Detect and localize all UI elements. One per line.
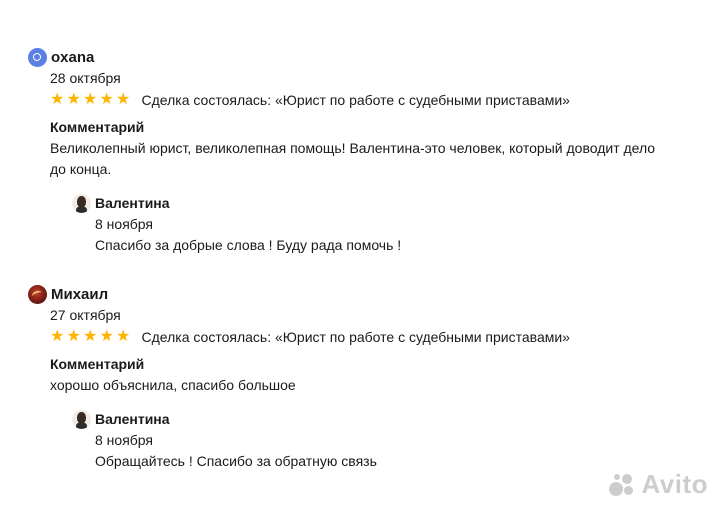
review-author-row: oxana bbox=[28, 47, 708, 67]
comment-text: Великолепный юрист, великолепная помощь!… bbox=[50, 140, 656, 177]
seller-reply: Валентина 8 ноября Спасибо за добрые сло… bbox=[72, 193, 632, 255]
review-deal-row: ★ ★ ★ ★ ★ Сделка состоялась: «Юрист по р… bbox=[50, 327, 708, 347]
review-author-row: Михаил bbox=[28, 284, 708, 304]
comment-heading: Комментарий bbox=[50, 356, 145, 372]
seller-avatar-icon[interactable] bbox=[72, 409, 91, 429]
reply-date: 8 ноября bbox=[95, 432, 154, 448]
review-deal-row: ★ ★ ★ ★ ★ Сделка состоялась: «Юрист по р… bbox=[50, 90, 708, 110]
comment-heading: Комментарий bbox=[50, 119, 145, 135]
star-icon: ★ bbox=[116, 91, 131, 108]
reply-date: 8 ноября bbox=[95, 216, 154, 232]
star-icon: ★ bbox=[99, 91, 114, 108]
user-avatar-icon[interactable] bbox=[28, 47, 47, 67]
review-author-name[interactable]: Михаил bbox=[51, 286, 108, 303]
star-icon: ★ bbox=[99, 328, 114, 345]
rating-stars: ★ ★ ★ ★ ★ bbox=[50, 327, 133, 347]
rating-stars: ★ ★ ★ ★ ★ bbox=[50, 90, 133, 110]
reply-text: Обращайтесь ! Спасибо за обратную связь bbox=[95, 453, 377, 469]
reply-text: Спасибо за добрые слова ! Буду рада помо… bbox=[95, 237, 402, 253]
reply-author-row: Валентина bbox=[72, 409, 632, 429]
review-author-name[interactable]: oxana bbox=[51, 49, 94, 66]
reply-author-name[interactable]: Валентина bbox=[95, 411, 170, 427]
avito-logo-icon bbox=[609, 472, 637, 498]
reply-author-row: Валентина bbox=[72, 193, 632, 213]
star-icon: ★ bbox=[50, 328, 65, 345]
star-icon: ★ bbox=[66, 91, 81, 108]
reply-author-name[interactable]: Валентина bbox=[95, 195, 170, 211]
deal-status: Сделка состоялась: «Юрист по работе с су… bbox=[141, 329, 570, 345]
star-icon: ★ bbox=[83, 328, 98, 345]
seller-avatar-icon[interactable] bbox=[72, 193, 91, 213]
star-icon: ★ bbox=[50, 91, 65, 108]
star-icon: ★ bbox=[116, 328, 131, 345]
user-avatar-icon[interactable] bbox=[28, 284, 47, 304]
review-item: Михаил 27 октября ★ ★ ★ ★ ★ Сделка состо… bbox=[28, 284, 708, 396]
star-icon: ★ bbox=[66, 328, 81, 345]
review-item: oxana 28 октября ★ ★ ★ ★ ★ Сделка состоя… bbox=[28, 47, 708, 179]
deal-status: Сделка состоялась: «Юрист по работе с су… bbox=[141, 92, 570, 108]
seller-reply: Валентина 8 ноября Обращайтесь ! Спасибо… bbox=[72, 409, 632, 471]
avito-watermark: Avito bbox=[609, 469, 708, 500]
watermark-text: Avito bbox=[641, 469, 708, 499]
comment-text: хорошо объяснила, спасибо большое bbox=[50, 377, 296, 393]
review-date: 28 октября bbox=[50, 70, 121, 86]
review-date: 27 октября bbox=[50, 307, 121, 323]
star-icon: ★ bbox=[83, 91, 98, 108]
